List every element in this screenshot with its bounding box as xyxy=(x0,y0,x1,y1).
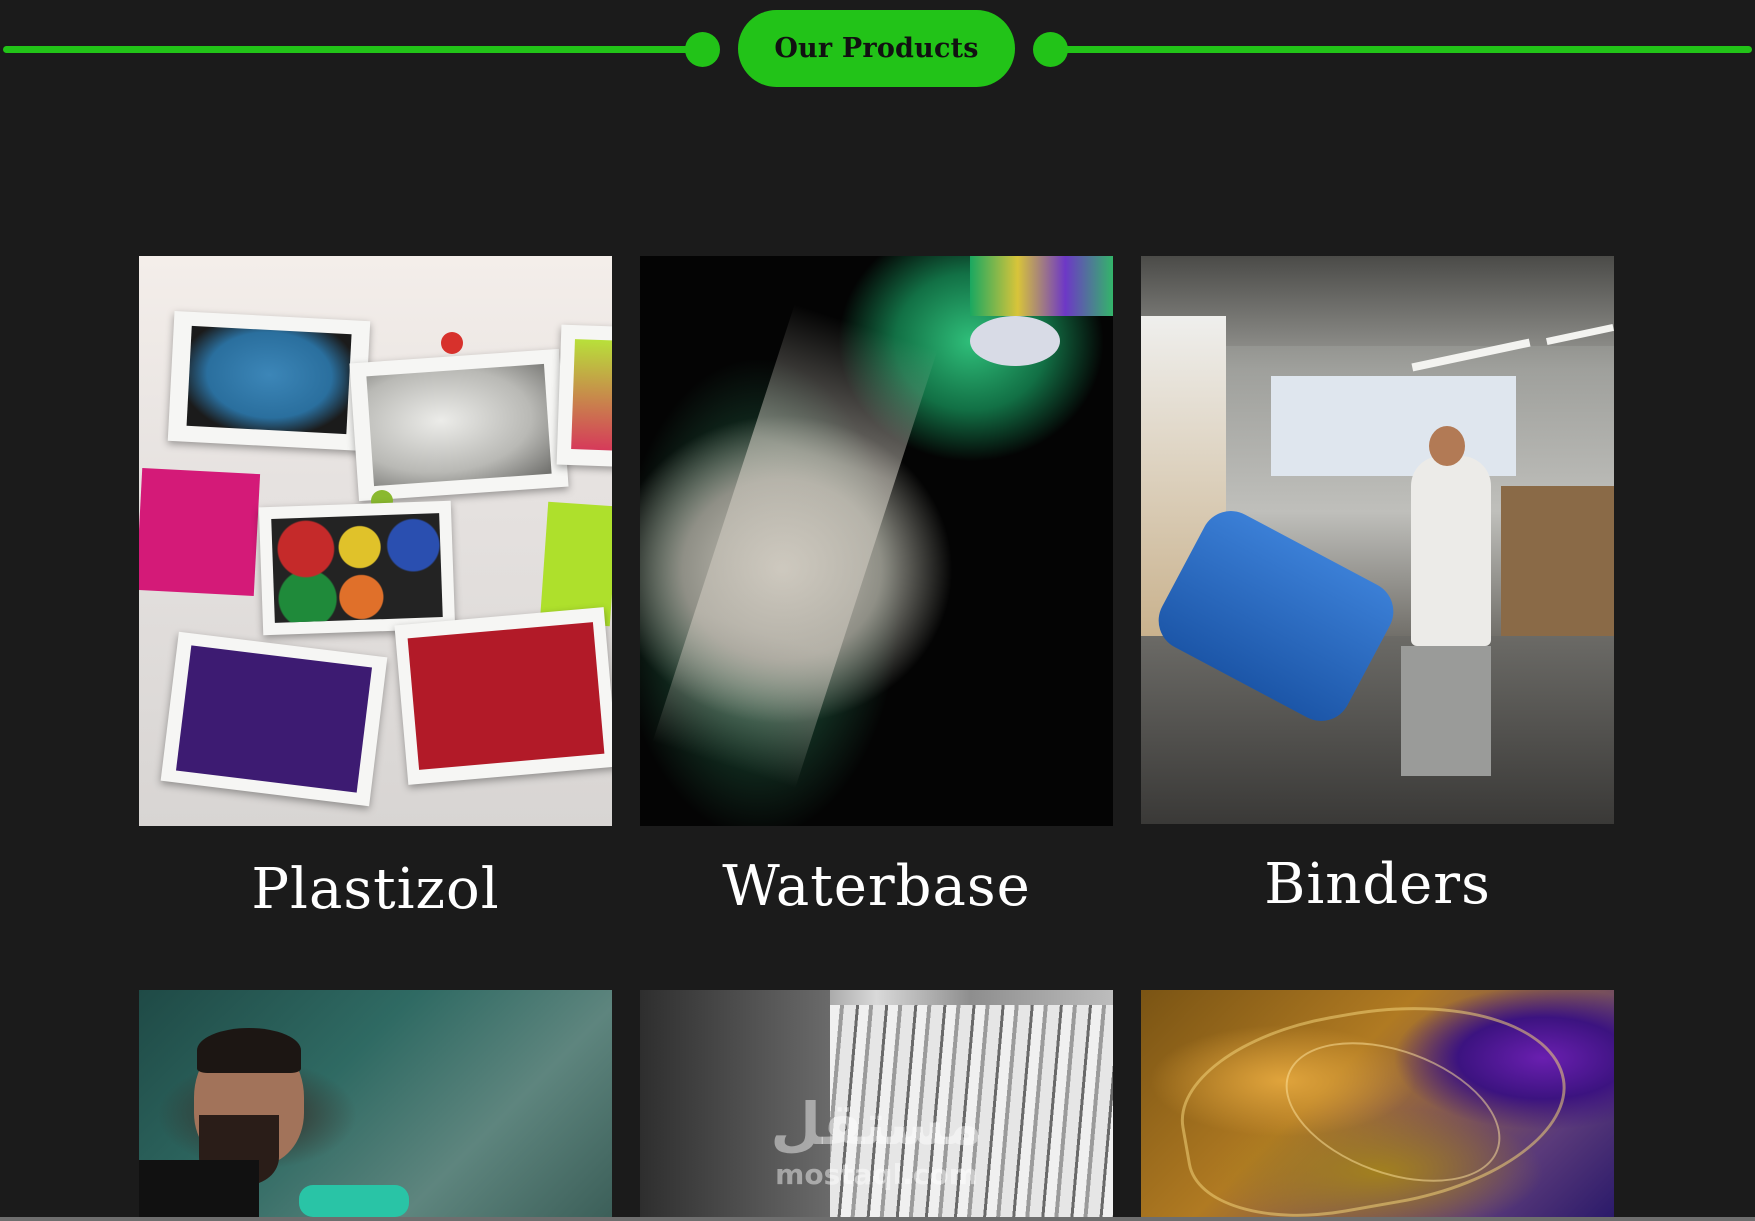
product-card-binders[interactable]: Binders xyxy=(1141,256,1614,917)
product-title[interactable]: Binders xyxy=(1141,852,1614,917)
polaroid-icon xyxy=(160,631,388,807)
hair-icon xyxy=(197,1028,301,1073)
magenta-swatch-icon xyxy=(139,467,261,597)
glove-icon xyxy=(299,1185,409,1217)
section-title: Our Products xyxy=(738,10,1015,87)
worker-photo-icon[interactable] xyxy=(139,990,612,1217)
shirt-icon xyxy=(139,1160,259,1217)
product-title[interactable]: Plastizol xyxy=(139,857,612,922)
watermark-latin: mostaql.com xyxy=(775,1158,978,1191)
page-bottom-border xyxy=(0,1217,1755,1221)
boxes-icon xyxy=(1271,376,1516,476)
iridescent-film-icon xyxy=(970,256,1113,316)
printing-press-photo-icon[interactable]: مستقل mostaql.com xyxy=(640,990,1113,1217)
polaroid-icon xyxy=(556,324,612,468)
waterbase-photo-icon[interactable] xyxy=(640,256,1113,826)
polaroid-icon xyxy=(394,607,612,785)
polaroid-icon xyxy=(258,500,456,636)
polaroid-icon xyxy=(167,310,371,452)
header-line-right xyxy=(1062,46,1752,53)
product-card-4[interactable] xyxy=(139,990,612,1217)
products-page: Our Products Plastizol Waterbase Binders… xyxy=(0,0,1755,1221)
product-title[interactable]: Waterbase xyxy=(640,854,1113,919)
plastizol-photo-icon[interactable] xyxy=(139,256,612,826)
product-card-5[interactable]: مستقل mostaql.com xyxy=(640,990,1113,1217)
polaroid-icon xyxy=(349,348,569,502)
pushpin-icon xyxy=(441,332,463,354)
liquid-streak-icon xyxy=(652,304,938,788)
worker-icon xyxy=(1411,456,1491,646)
product-card-6[interactable] xyxy=(1141,990,1614,1217)
header-line-left xyxy=(3,46,693,53)
header-dot-left xyxy=(685,32,720,67)
section-header: Our Products xyxy=(0,10,1755,90)
product-card-plastizol[interactable]: Plastizol xyxy=(139,256,612,922)
product-card-waterbase[interactable]: Waterbase xyxy=(640,256,1113,919)
watermark-arabic: مستقل xyxy=(770,1090,983,1158)
boxes-icon xyxy=(1501,486,1614,636)
droplet-icon xyxy=(970,316,1060,366)
worker-legs-icon xyxy=(1401,646,1491,776)
binders-photo-icon[interactable] xyxy=(1141,256,1614,824)
ink-swirl-photo-icon[interactable] xyxy=(1141,990,1614,1217)
worker-head-icon xyxy=(1429,426,1465,466)
